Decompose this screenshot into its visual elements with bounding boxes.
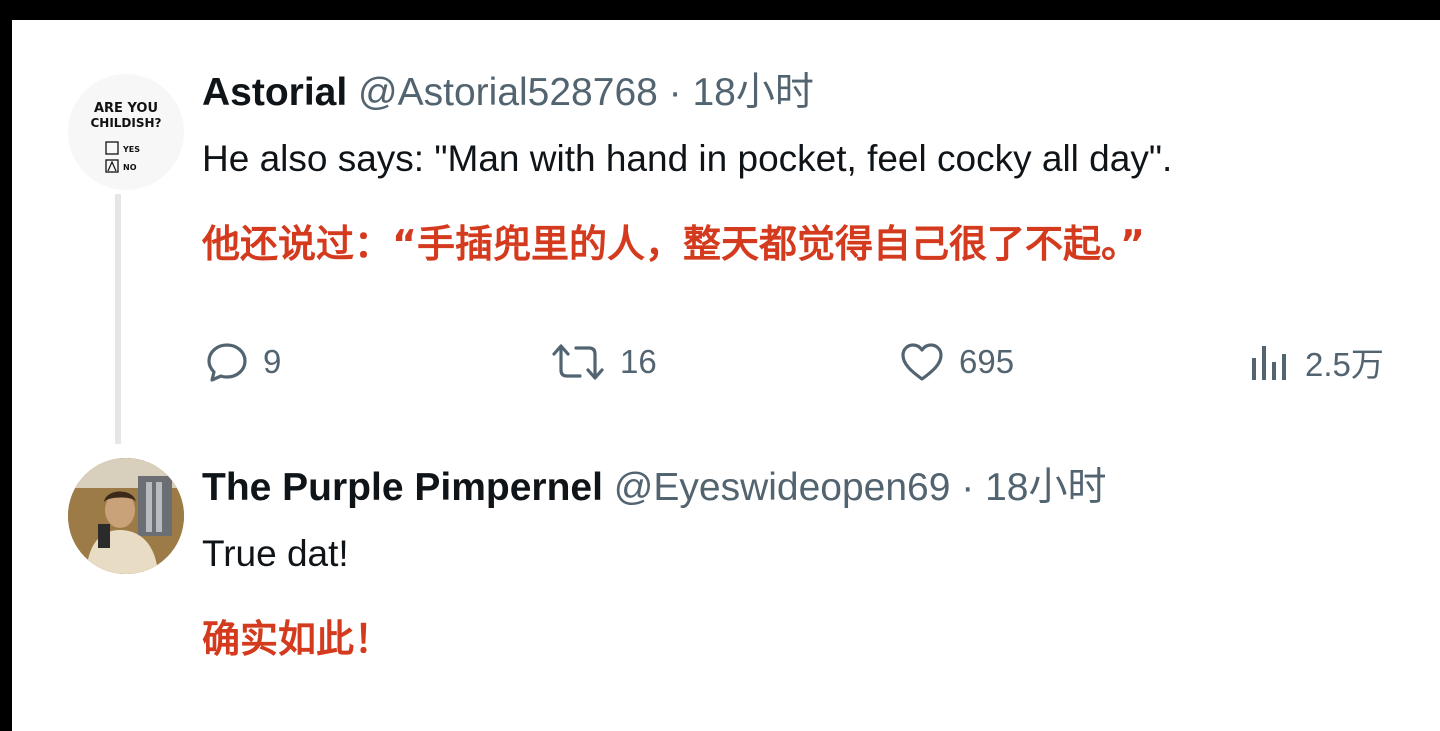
avatar-text-line2: CHILDISH? bbox=[90, 116, 161, 130]
tweet-text: He also says: "Man with hand in pocket, … bbox=[202, 138, 1173, 179]
reply-icon bbox=[207, 343, 247, 382]
like-button[interactable]: 695 bbox=[899, 340, 1014, 384]
avatar-option-no: NO bbox=[123, 163, 137, 172]
heart-icon bbox=[901, 343, 943, 381]
views-icon bbox=[1252, 346, 1286, 380]
tweet-translation: 他还说过：“手插兜里的人，整天都觉得自己很了不起。” bbox=[202, 222, 1145, 266]
retweet-icon bbox=[552, 344, 604, 380]
thread-connector-line bbox=[115, 194, 121, 444]
tweet-header: Astorial @Astorial528768 · 18小时 bbox=[202, 70, 814, 116]
childish-poster-avatar: ARE YOU CHILDISH? YES NO bbox=[90, 101, 162, 173]
views-button[interactable]: 2.5万 bbox=[1247, 340, 1384, 384]
retweet-count: 16 bbox=[620, 343, 657, 380]
like-count: 695 bbox=[959, 343, 1015, 380]
tweet-thread-panel: ARE YOU CHILDISH? YES NO Astorial @Astor… bbox=[12, 20, 1440, 731]
avatar[interactable]: ARE YOU CHILDISH? YES NO bbox=[68, 74, 184, 190]
reply-count: 9 bbox=[263, 343, 282, 380]
tweet-header: The Purple Pimpernel @Eyeswideopen69 · 1… bbox=[202, 465, 1106, 511]
display-name[interactable]: Astorial bbox=[202, 71, 347, 114]
tweet-text: True dat! bbox=[202, 533, 349, 574]
tweet-translation: 确实如此！ bbox=[202, 617, 393, 661]
profile-photo-icon bbox=[68, 458, 184, 574]
avatar-text-line1: ARE YOU bbox=[94, 101, 158, 116]
display-name[interactable]: The Purple Pimpernel bbox=[202, 466, 603, 509]
timestamp[interactable]: · 18小时 bbox=[669, 71, 814, 114]
avatar-option-yes: YES bbox=[122, 145, 140, 154]
retweet-button[interactable]: 16 bbox=[550, 340, 657, 384]
next-actions-row-partial bbox=[202, 724, 1402, 731]
avatar[interactable] bbox=[68, 458, 184, 574]
user-handle[interactable]: @Astorial528768 bbox=[358, 71, 658, 114]
views-count: 2.5万 bbox=[1305, 346, 1384, 383]
checkbox-icon bbox=[105, 141, 119, 155]
user-handle[interactable]: @Eyeswideopen69 bbox=[614, 466, 951, 509]
timestamp[interactable]: · 18小时 bbox=[961, 466, 1106, 509]
checkmark-icon bbox=[107, 160, 117, 172]
reply-button[interactable]: 9 bbox=[205, 340, 281, 384]
